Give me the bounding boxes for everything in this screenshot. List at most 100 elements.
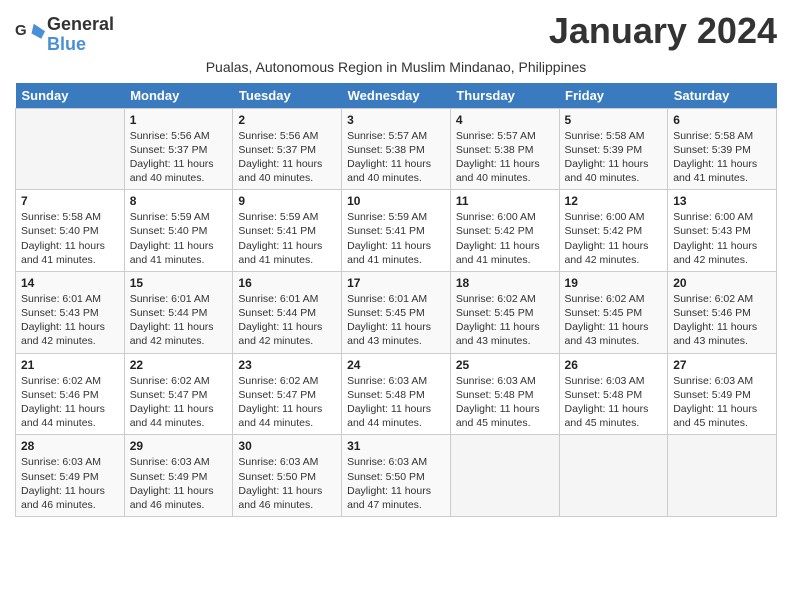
- day-info: Sunrise: 6:01 AMSunset: 5:43 PMDaylight:…: [21, 292, 119, 349]
- calendar-cell: 8 Sunrise: 5:59 AMSunset: 5:40 PMDaylight…: [124, 190, 233, 272]
- logo-text: General Blue: [47, 15, 114, 55]
- day-number: 17: [347, 276, 445, 290]
- day-number: 12: [565, 194, 663, 208]
- day-number: 30: [238, 439, 336, 453]
- day-info: Sunrise: 6:03 AMSunset: 5:48 PMDaylight:…: [565, 374, 663, 431]
- day-info: Sunrise: 6:00 AMSunset: 5:43 PMDaylight:…: [673, 210, 771, 267]
- day-info: Sunrise: 5:56 AMSunset: 5:37 PMDaylight:…: [130, 129, 228, 186]
- day-number: 8: [130, 194, 228, 208]
- calendar-cell: 20 Sunrise: 6:02 AMSunset: 5:46 PMDayligh…: [668, 271, 777, 353]
- calendar-cell: 26 Sunrise: 6:03 AMSunset: 5:48 PMDayligh…: [559, 353, 668, 435]
- day-info: Sunrise: 5:59 AMSunset: 5:41 PMDaylight:…: [347, 210, 445, 267]
- calendar-cell: 18 Sunrise: 6:02 AMSunset: 5:45 PMDayligh…: [450, 271, 559, 353]
- day-number: 7: [21, 194, 119, 208]
- calendar-subtitle: Pualas, Autonomous Region in Muslim Mind…: [15, 59, 777, 75]
- day-info: Sunrise: 5:59 AMSunset: 5:41 PMDaylight:…: [238, 210, 336, 267]
- col-monday: Monday: [124, 83, 233, 109]
- day-info: Sunrise: 6:03 AMSunset: 5:49 PMDaylight:…: [130, 455, 228, 512]
- calendar-cell: 28 Sunrise: 6:03 AMSunset: 5:49 PMDayligh…: [16, 435, 125, 517]
- day-info: Sunrise: 6:03 AMSunset: 5:48 PMDaylight:…: [347, 374, 445, 431]
- day-number: 19: [565, 276, 663, 290]
- col-thursday: Thursday: [450, 83, 559, 109]
- calendar-cell: [668, 435, 777, 517]
- day-number: 10: [347, 194, 445, 208]
- day-info: Sunrise: 6:03 AMSunset: 5:50 PMDaylight:…: [347, 455, 445, 512]
- day-number: 18: [456, 276, 554, 290]
- day-info: Sunrise: 5:59 AMSunset: 5:40 PMDaylight:…: [130, 210, 228, 267]
- calendar-header-row: Sunday Monday Tuesday Wednesday Thursday…: [16, 83, 777, 109]
- day-info: Sunrise: 6:02 AMSunset: 5:47 PMDaylight:…: [238, 374, 336, 431]
- col-sunday: Sunday: [16, 83, 125, 109]
- day-info: Sunrise: 6:03 AMSunset: 5:49 PMDaylight:…: [21, 455, 119, 512]
- month-title: January 2024: [549, 10, 777, 52]
- calendar-cell: 24Sunrise: 6:03 AMSunset: 5:48 PMDayligh…: [342, 353, 451, 435]
- calendar-week-row: 7Sunrise: 5:58 AMSunset: 5:40 PMDaylight…: [16, 190, 777, 272]
- day-number: 16: [238, 276, 336, 290]
- day-info: Sunrise: 6:02 AMSunset: 5:47 PMDaylight:…: [130, 374, 228, 431]
- day-number: 13: [673, 194, 771, 208]
- day-number: 23: [238, 358, 336, 372]
- page-header: G General Blue January 2024: [15, 10, 777, 55]
- day-info: Sunrise: 6:03 AMSunset: 5:49 PMDaylight:…: [673, 374, 771, 431]
- calendar-cell: 13 Sunrise: 6:00 AMSunset: 5:43 PMDayligh…: [668, 190, 777, 272]
- calendar-cell: 1 Sunrise: 5:56 AMSunset: 5:37 PMDaylight…: [124, 108, 233, 190]
- calendar-cell: 10 Sunrise: 5:59 AMSunset: 5:41 PMDayligh…: [342, 190, 451, 272]
- day-number: 29: [130, 439, 228, 453]
- calendar-week-row: 14 Sunrise: 6:01 AMSunset: 5:43 PMDayligh…: [16, 271, 777, 353]
- col-tuesday: Tuesday: [233, 83, 342, 109]
- calendar-cell: [559, 435, 668, 517]
- calendar-cell: 7Sunrise: 5:58 AMSunset: 5:40 PMDaylight…: [16, 190, 125, 272]
- calendar-cell: 11Sunrise: 6:00 AMSunset: 5:42 PMDayligh…: [450, 190, 559, 272]
- day-info: Sunrise: 6:03 AMSunset: 5:48 PMDaylight:…: [456, 374, 554, 431]
- calendar-cell: 25Sunrise: 6:03 AMSunset: 5:48 PMDayligh…: [450, 353, 559, 435]
- col-wednesday: Wednesday: [342, 83, 451, 109]
- col-saturday: Saturday: [668, 83, 777, 109]
- calendar-cell: 30 Sunrise: 6:03 AMSunset: 5:50 PMDayligh…: [233, 435, 342, 517]
- svg-text:G: G: [15, 22, 27, 39]
- calendar-week-row: 1 Sunrise: 5:56 AMSunset: 5:37 PMDaylight…: [16, 108, 777, 190]
- logo: G General Blue: [15, 15, 114, 55]
- calendar-cell: 17 Sunrise: 6:01 AMSunset: 5:45 PMDayligh…: [342, 271, 451, 353]
- day-number: 14: [21, 276, 119, 290]
- calendar-cell: 19 Sunrise: 6:02 AMSunset: 5:45 PMDayligh…: [559, 271, 668, 353]
- calendar-cell: 9 Sunrise: 5:59 AMSunset: 5:41 PMDaylight…: [233, 190, 342, 272]
- day-info: Sunrise: 6:03 AMSunset: 5:50 PMDaylight:…: [238, 455, 336, 512]
- day-number: 27: [673, 358, 771, 372]
- calendar-cell: 5Sunrise: 5:58 AMSunset: 5:39 PMDaylight…: [559, 108, 668, 190]
- calendar-cell: 4Sunrise: 5:57 AMSunset: 5:38 PMDaylight…: [450, 108, 559, 190]
- day-number: 6: [673, 113, 771, 127]
- day-number: 20: [673, 276, 771, 290]
- calendar-cell: [450, 435, 559, 517]
- day-info: Sunrise: 6:00 AMSunset: 5:42 PMDaylight:…: [456, 210, 554, 267]
- day-number: 2: [238, 113, 336, 127]
- day-info: Sunrise: 6:00 AMSunset: 5:42 PMDaylight:…: [565, 210, 663, 267]
- day-info: Sunrise: 5:56 AMSunset: 5:37 PMDaylight:…: [238, 129, 336, 186]
- calendar-cell: 22Sunrise: 6:02 AMSunset: 5:47 PMDayligh…: [124, 353, 233, 435]
- calendar-cell: 29 Sunrise: 6:03 AMSunset: 5:49 PMDayligh…: [124, 435, 233, 517]
- calendar-cell: 31Sunrise: 6:03 AMSunset: 5:50 PMDayligh…: [342, 435, 451, 517]
- logo-line1: General: [47, 15, 114, 35]
- calendar-cell: 2 Sunrise: 5:56 AMSunset: 5:37 PMDaylight…: [233, 108, 342, 190]
- day-info: Sunrise: 6:02 AMSunset: 5:45 PMDaylight:…: [456, 292, 554, 349]
- calendar-cell: 15Sunrise: 6:01 AMSunset: 5:44 PMDayligh…: [124, 271, 233, 353]
- day-number: 9: [238, 194, 336, 208]
- day-number: 26: [565, 358, 663, 372]
- day-info: Sunrise: 6:02 AMSunset: 5:45 PMDaylight:…: [565, 292, 663, 349]
- calendar-cell: 23 Sunrise: 6:02 AMSunset: 5:47 PMDayligh…: [233, 353, 342, 435]
- calendar-table: Sunday Monday Tuesday Wednesday Thursday…: [15, 83, 777, 517]
- day-number: 1: [130, 113, 228, 127]
- calendar-week-row: 28 Sunrise: 6:03 AMSunset: 5:49 PMDayligh…: [16, 435, 777, 517]
- day-info: Sunrise: 6:02 AMSunset: 5:46 PMDaylight:…: [673, 292, 771, 349]
- day-info: Sunrise: 6:01 AMSunset: 5:45 PMDaylight:…: [347, 292, 445, 349]
- logo-icon: G: [15, 20, 45, 50]
- logo-line2: Blue: [47, 35, 114, 55]
- day-info: Sunrise: 6:01 AMSunset: 5:44 PMDaylight:…: [238, 292, 336, 349]
- day-number: 28: [21, 439, 119, 453]
- day-info: Sunrise: 5:57 AMSunset: 5:38 PMDaylight:…: [456, 129, 554, 186]
- calendar-cell: [16, 108, 125, 190]
- calendar-cell: 14 Sunrise: 6:01 AMSunset: 5:43 PMDayligh…: [16, 271, 125, 353]
- day-info: Sunrise: 5:58 AMSunset: 5:39 PMDaylight:…: [565, 129, 663, 186]
- calendar-cell: 6Sunrise: 5:58 AMSunset: 5:39 PMDaylight…: [668, 108, 777, 190]
- calendar-cell: 3Sunrise: 5:57 AMSunset: 5:38 PMDaylight…: [342, 108, 451, 190]
- day-info: Sunrise: 6:02 AMSunset: 5:46 PMDaylight:…: [21, 374, 119, 431]
